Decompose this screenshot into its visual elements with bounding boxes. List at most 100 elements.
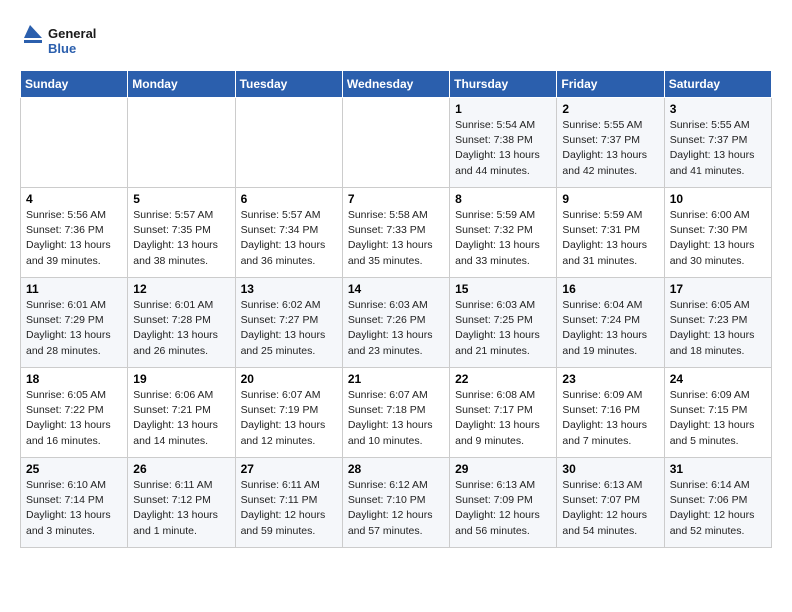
- day-info: Sunrise: 5:54 AMSunset: 7:38 PMDaylight:…: [455, 118, 551, 179]
- day-info: Sunrise: 6:08 AMSunset: 7:17 PMDaylight:…: [455, 388, 551, 449]
- calendar-cell: 2 Sunrise: 5:55 AMSunset: 7:37 PMDaylight…: [557, 98, 664, 188]
- calendar-cell: 3 Sunrise: 5:55 AMSunset: 7:37 PMDaylight…: [664, 98, 771, 188]
- day-number: 3: [670, 102, 766, 116]
- day-info: Sunrise: 5:57 AMSunset: 7:34 PMDaylight:…: [241, 208, 337, 269]
- calendar-week-row: 18 Sunrise: 6:05 AMSunset: 7:22 PMDayligh…: [21, 368, 772, 458]
- day-info: Sunrise: 6:03 AMSunset: 7:26 PMDaylight:…: [348, 298, 444, 359]
- day-of-week-header: Wednesday: [342, 71, 449, 98]
- day-number: 2: [562, 102, 658, 116]
- day-info: Sunrise: 5:59 AMSunset: 7:32 PMDaylight:…: [455, 208, 551, 269]
- day-info: Sunrise: 6:09 AMSunset: 7:16 PMDaylight:…: [562, 388, 658, 449]
- day-info: Sunrise: 5:56 AMSunset: 7:36 PMDaylight:…: [26, 208, 122, 269]
- day-info: Sunrise: 6:07 AMSunset: 7:18 PMDaylight:…: [348, 388, 444, 449]
- day-number: 23: [562, 372, 658, 386]
- day-number: 1: [455, 102, 551, 116]
- day-info: Sunrise: 6:11 AMSunset: 7:11 PMDaylight:…: [241, 478, 337, 539]
- day-number: 6: [241, 192, 337, 206]
- day-info: Sunrise: 6:12 AMSunset: 7:10 PMDaylight:…: [348, 478, 444, 539]
- day-info: Sunrise: 6:13 AMSunset: 7:09 PMDaylight:…: [455, 478, 551, 539]
- calendar-cell: 19 Sunrise: 6:06 AMSunset: 7:21 PMDayligh…: [128, 368, 235, 458]
- calendar-cell: [128, 98, 235, 188]
- day-number: 31: [670, 462, 766, 476]
- day-of-week-header: Monday: [128, 71, 235, 98]
- calendar-week-row: 11Sunrise: 6:01 AMSunset: 7:29 PMDayligh…: [21, 278, 772, 368]
- calendar-cell: 22 Sunrise: 6:08 AMSunset: 7:17 PMDayligh…: [450, 368, 557, 458]
- day-number: 28: [348, 462, 444, 476]
- day-info: Sunrise: 5:55 AMSunset: 7:37 PMDaylight:…: [670, 118, 766, 179]
- calendar-cell: 10Sunrise: 6:00 AMSunset: 7:30 PMDayligh…: [664, 188, 771, 278]
- day-info: Sunrise: 6:07 AMSunset: 7:19 PMDaylight:…: [241, 388, 337, 449]
- calendar-cell: 28 Sunrise: 6:12 AMSunset: 7:10 PMDayligh…: [342, 458, 449, 548]
- page-header: General Blue: [20, 20, 772, 60]
- day-info: Sunrise: 5:55 AMSunset: 7:37 PMDaylight:…: [562, 118, 658, 179]
- calendar-cell: 7Sunrise: 5:58 AMSunset: 7:33 PMDaylight…: [342, 188, 449, 278]
- calendar-week-row: 25 Sunrise: 6:10 AMSunset: 7:14 PMDayligh…: [21, 458, 772, 548]
- day-info: Sunrise: 6:10 AMSunset: 7:14 PMDaylight:…: [26, 478, 122, 539]
- calendar-cell: 5 Sunrise: 5:57 AMSunset: 7:35 PMDaylight…: [128, 188, 235, 278]
- calendar-cell: 18 Sunrise: 6:05 AMSunset: 7:22 PMDayligh…: [21, 368, 128, 458]
- day-info: Sunrise: 5:58 AMSunset: 7:33 PMDaylight:…: [348, 208, 444, 269]
- calendar-cell: 31 Sunrise: 6:14 AMSunset: 7:06 PMDayligh…: [664, 458, 771, 548]
- calendar-cell: 20 Sunrise: 6:07 AMSunset: 7:19 PMDayligh…: [235, 368, 342, 458]
- calendar-cell: 4 Sunrise: 5:56 AMSunset: 7:36 PMDaylight…: [21, 188, 128, 278]
- day-of-week-header: Friday: [557, 71, 664, 98]
- calendar-cell: 26Sunrise: 6:11 AMSunset: 7:12 PMDayligh…: [128, 458, 235, 548]
- calendar-week-row: 1 Sunrise: 5:54 AMSunset: 7:38 PMDaylight…: [21, 98, 772, 188]
- calendar-table: SundayMondayTuesdayWednesdayThursdayFrid…: [20, 70, 772, 548]
- day-of-week-header: Sunday: [21, 71, 128, 98]
- day-info: Sunrise: 6:05 AMSunset: 7:22 PMDaylight:…: [26, 388, 122, 449]
- day-number: 25: [26, 462, 122, 476]
- calendar-cell: 1 Sunrise: 5:54 AMSunset: 7:38 PMDaylight…: [450, 98, 557, 188]
- day-number: 9: [562, 192, 658, 206]
- svg-text:General: General: [48, 26, 96, 41]
- day-info: Sunrise: 5:57 AMSunset: 7:35 PMDaylight:…: [133, 208, 229, 269]
- logo: General Blue: [20, 20, 120, 60]
- day-number: 22: [455, 372, 551, 386]
- calendar-cell: [21, 98, 128, 188]
- day-info: Sunrise: 6:14 AMSunset: 7:06 PMDaylight:…: [670, 478, 766, 539]
- calendar-cell: 8Sunrise: 5:59 AMSunset: 7:32 PMDaylight…: [450, 188, 557, 278]
- day-number: 30: [562, 462, 658, 476]
- calendar-cell: 12 Sunrise: 6:01 AMSunset: 7:28 PMDayligh…: [128, 278, 235, 368]
- day-info: Sunrise: 6:05 AMSunset: 7:23 PMDaylight:…: [670, 298, 766, 359]
- day-info: Sunrise: 6:04 AMSunset: 7:24 PMDaylight:…: [562, 298, 658, 359]
- svg-text:Blue: Blue: [48, 41, 76, 56]
- day-of-week-header: Tuesday: [235, 71, 342, 98]
- calendar-cell: 13Sunrise: 6:02 AMSunset: 7:27 PMDayligh…: [235, 278, 342, 368]
- logo-svg: General Blue: [20, 20, 120, 60]
- calendar-cell: 14 Sunrise: 6:03 AMSunset: 7:26 PMDayligh…: [342, 278, 449, 368]
- calendar-cell: 11Sunrise: 6:01 AMSunset: 7:29 PMDayligh…: [21, 278, 128, 368]
- day-number: 18: [26, 372, 122, 386]
- day-number: 14: [348, 282, 444, 296]
- day-info: Sunrise: 6:01 AMSunset: 7:28 PMDaylight:…: [133, 298, 229, 359]
- day-number: 15: [455, 282, 551, 296]
- calendar-cell: 27 Sunrise: 6:11 AMSunset: 7:11 PMDayligh…: [235, 458, 342, 548]
- day-number: 4: [26, 192, 122, 206]
- calendar-cell: 24 Sunrise: 6:09 AMSunset: 7:15 PMDayligh…: [664, 368, 771, 458]
- calendar-cell: 6 Sunrise: 5:57 AMSunset: 7:34 PMDaylight…: [235, 188, 342, 278]
- day-number: 19: [133, 372, 229, 386]
- calendar-cell: 15Sunrise: 6:03 AMSunset: 7:25 PMDayligh…: [450, 278, 557, 368]
- day-of-week-header: Thursday: [450, 71, 557, 98]
- calendar-cell: 25 Sunrise: 6:10 AMSunset: 7:14 PMDayligh…: [21, 458, 128, 548]
- calendar-week-row: 4 Sunrise: 5:56 AMSunset: 7:36 PMDaylight…: [21, 188, 772, 278]
- day-number: 5: [133, 192, 229, 206]
- day-number: 12: [133, 282, 229, 296]
- day-info: Sunrise: 6:00 AMSunset: 7:30 PMDaylight:…: [670, 208, 766, 269]
- day-number: 24: [670, 372, 766, 386]
- day-info: Sunrise: 6:13 AMSunset: 7:07 PMDaylight:…: [562, 478, 658, 539]
- day-info: Sunrise: 6:06 AMSunset: 7:21 PMDaylight:…: [133, 388, 229, 449]
- day-number: 13: [241, 282, 337, 296]
- day-number: 20: [241, 372, 337, 386]
- calendar-cell: 30 Sunrise: 6:13 AMSunset: 7:07 PMDayligh…: [557, 458, 664, 548]
- day-info: Sunrise: 6:11 AMSunset: 7:12 PMDaylight:…: [133, 478, 229, 539]
- day-number: 27: [241, 462, 337, 476]
- day-number: 17: [670, 282, 766, 296]
- day-info: Sunrise: 6:01 AMSunset: 7:29 PMDaylight:…: [26, 298, 122, 359]
- calendar-cell: 17 Sunrise: 6:05 AMSunset: 7:23 PMDayligh…: [664, 278, 771, 368]
- day-number: 29: [455, 462, 551, 476]
- calendar-cell: 29 Sunrise: 6:13 AMSunset: 7:09 PMDayligh…: [450, 458, 557, 548]
- day-info: Sunrise: 6:09 AMSunset: 7:15 PMDaylight:…: [670, 388, 766, 449]
- calendar-cell: [342, 98, 449, 188]
- calendar-header-row: SundayMondayTuesdayWednesdayThursdayFrid…: [21, 71, 772, 98]
